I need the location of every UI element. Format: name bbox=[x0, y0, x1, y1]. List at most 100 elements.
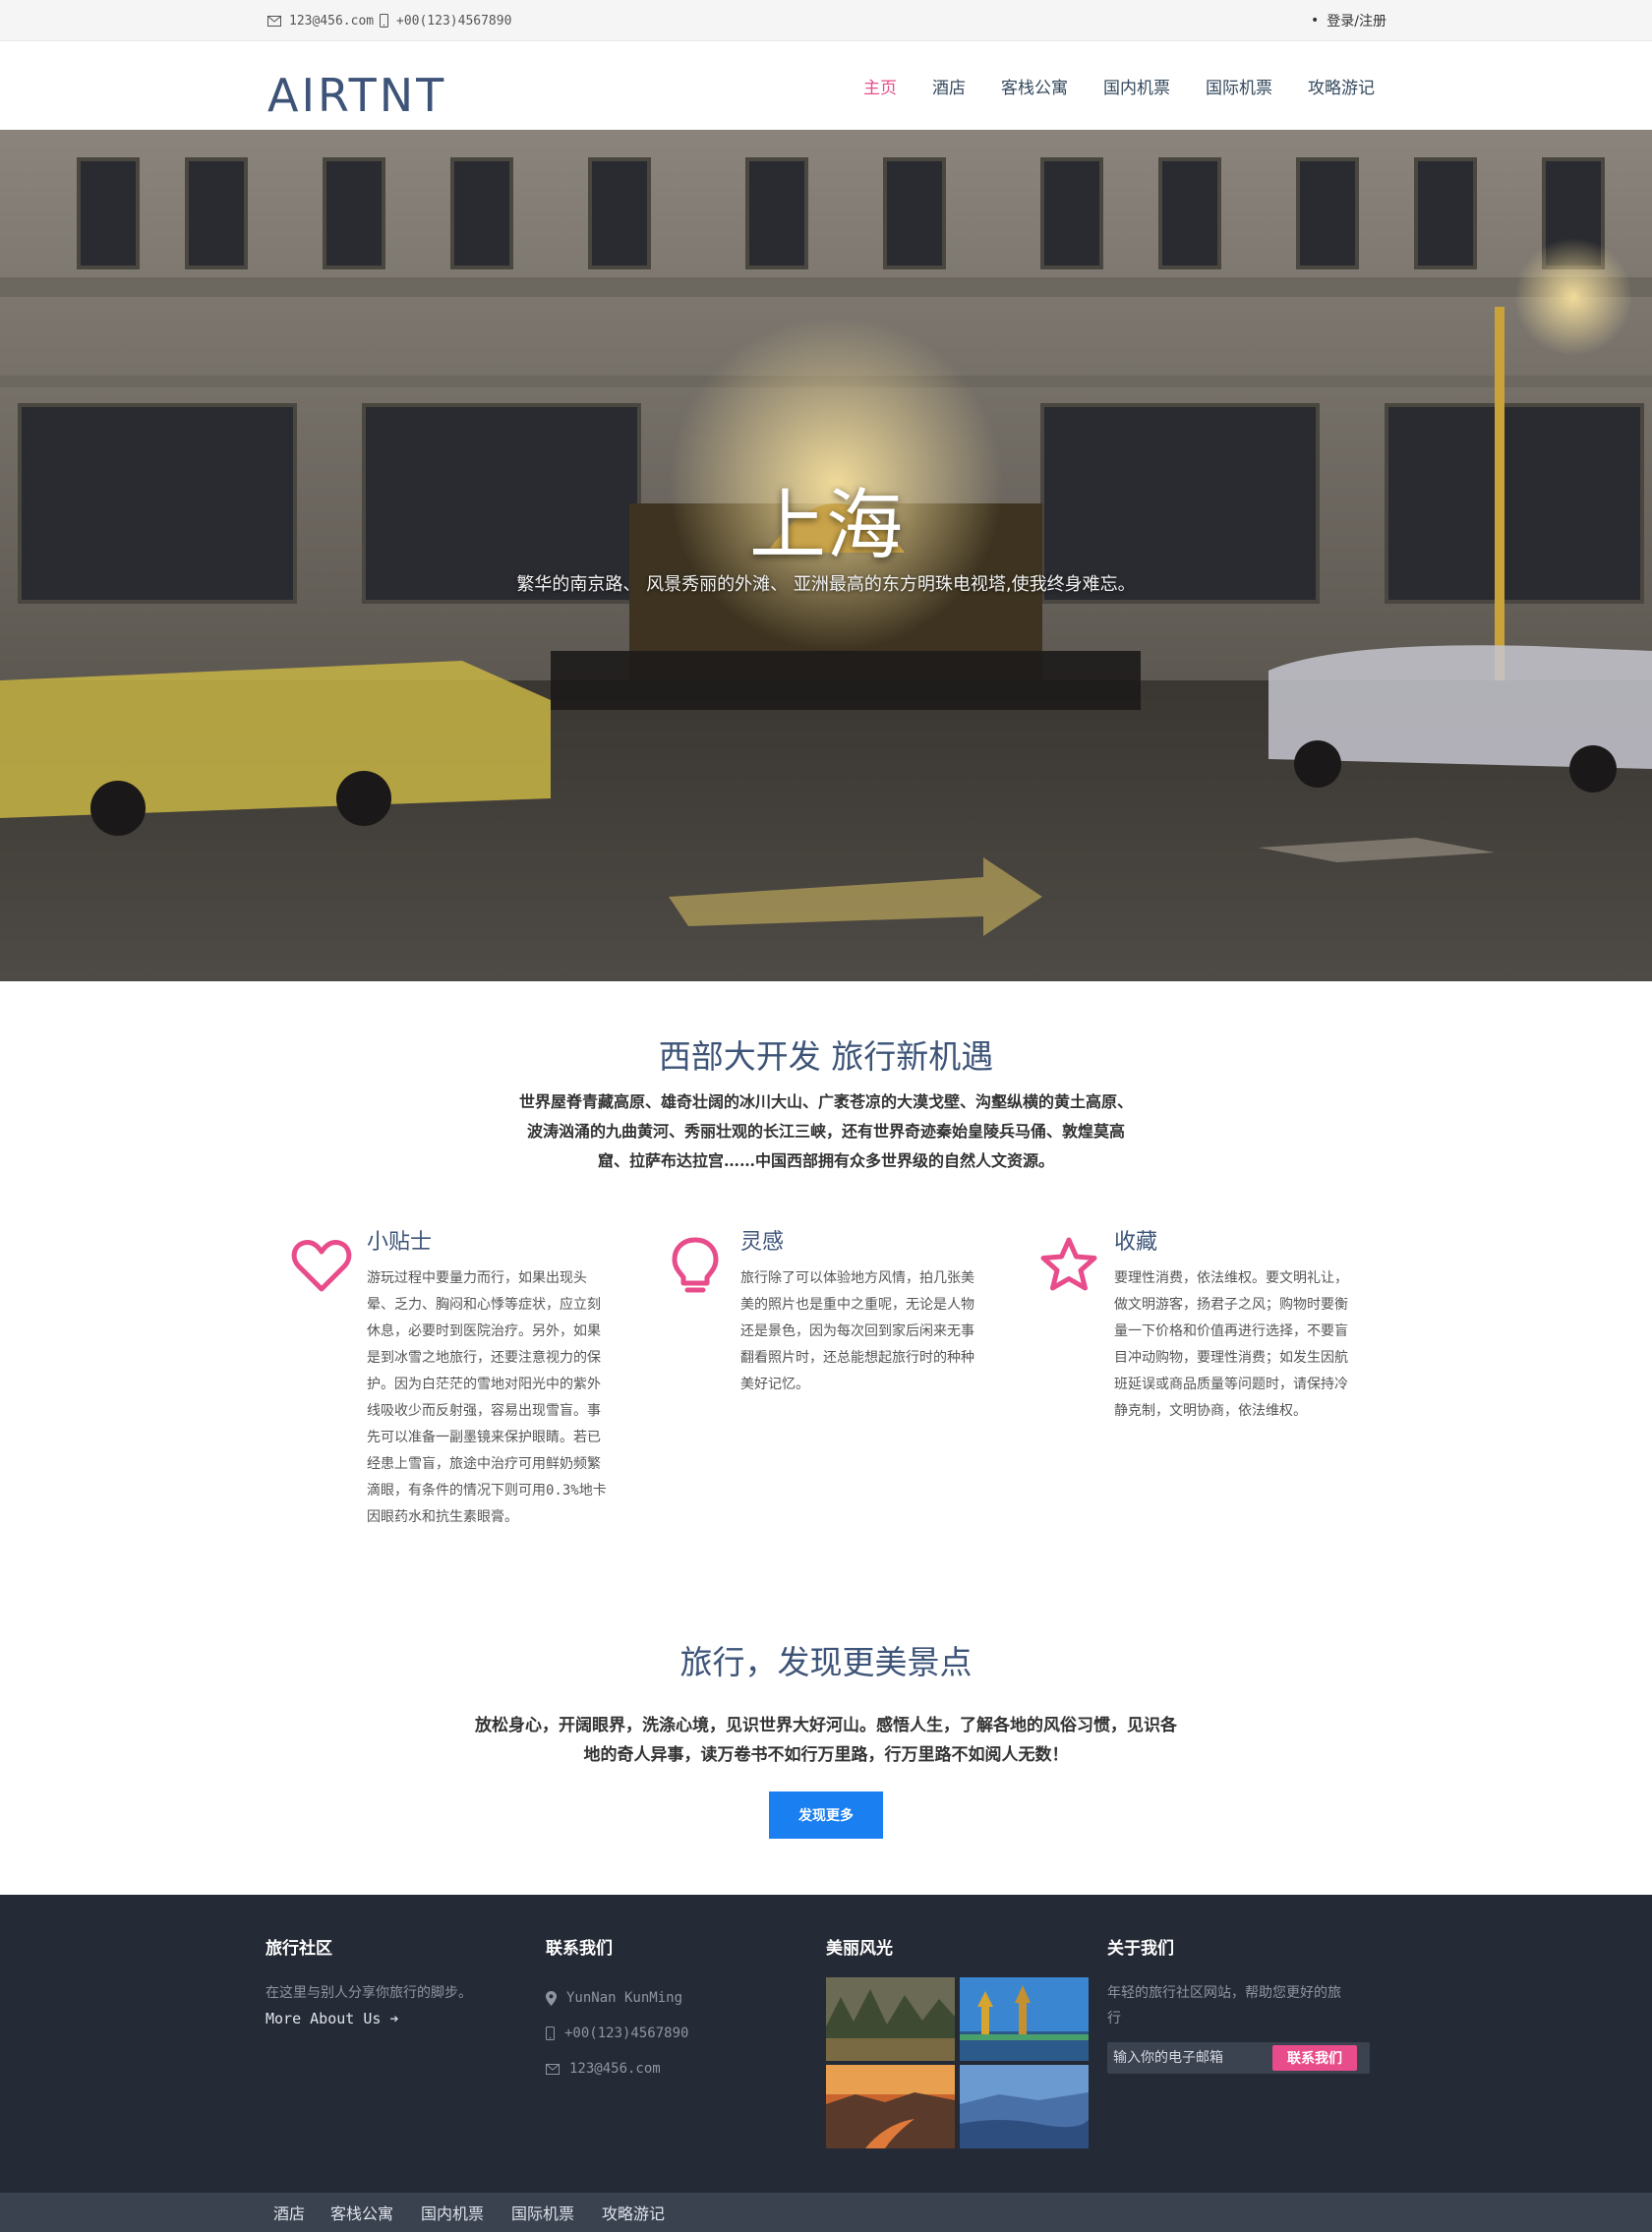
gallery-photo-terraced-fields[interactable] bbox=[960, 2065, 1089, 2148]
feature-text: 要理性消费，依法维权。要文明礼让， 做文明游客，扬君子之风；购物时要衡 量一下价… bbox=[1114, 1265, 1368, 1425]
mobile-phone-icon bbox=[380, 14, 388, 28]
feature-line: 线吸收少而反射强，容易出现雪盲。事 bbox=[367, 1403, 601, 1419]
contact-phone-text: +00(123)4567890 bbox=[564, 2026, 689, 2041]
feature-line: 护。因为白茫茫的雪地对阳光中的紫外 bbox=[367, 1377, 601, 1392]
feature-line: 目冲动购物，要理性消费；如发生因航 bbox=[1114, 1350, 1348, 1366]
top-phone-text: +00(123)4567890 bbox=[396, 13, 512, 29]
star-icon bbox=[1040, 1237, 1097, 1291]
nav-item-hotel[interactable]: 酒店 bbox=[932, 74, 966, 98]
feature-line: 美的照片也是重中之重呢，无论是人物 bbox=[740, 1297, 974, 1313]
map-pin-icon bbox=[546, 1990, 557, 2006]
contact-email-text: 123@456.com bbox=[569, 2061, 661, 2077]
about-line: 年轻的旅行社区网站，帮助您更好的旅 bbox=[1107, 1985, 1341, 2001]
gallery-photo-pagodas[interactable] bbox=[960, 1977, 1089, 2061]
mail-icon bbox=[267, 15, 281, 27]
main-nav: 主页 酒店 客栈公寓 国内机票 国际机票 攻略游记 bbox=[828, 41, 1375, 130]
footer-community: 旅行社区 在这里与别人分享你旅行的脚步。 More About Us ➔ bbox=[266, 1934, 521, 2027]
contact-email[interactable]: 123@456.com bbox=[546, 2051, 801, 2086]
login-register-link[interactable]: • 登录/注册 bbox=[1311, 0, 1386, 41]
nav-item-travel-guides[interactable]: 攻略游记 bbox=[1308, 74, 1375, 98]
lightbulb-icon bbox=[672, 1237, 719, 1293]
footer-about-text: 年轻的旅行社区网站，帮助您更好的旅 行 bbox=[1107, 1980, 1370, 2031]
discover-more-button[interactable]: 发现更多 bbox=[769, 1791, 883, 1839]
feature-line: 因眼药水和抗生素眼膏。 bbox=[367, 1509, 518, 1525]
mail-icon bbox=[546, 2063, 560, 2075]
intro-title: 西部大开发 旅行新机遇 bbox=[658, 1037, 994, 1076]
feature-line: 翻看照片时，还总能想起旅行时的种种 bbox=[740, 1350, 974, 1366]
footer-community-title: 旅行社区 bbox=[266, 1939, 332, 1959]
feature-line: 是到冰雪之地旅行，还要注意视力的保 bbox=[367, 1350, 601, 1366]
feature-line: 晕、乏力、胸闷和心悸等症状，应立刻 bbox=[367, 1297, 601, 1313]
discover-text: 放松身心，开阔眼界，洗涤心境，见识世界大好河山。感悟人生，了解各地的风俗习惯，见… bbox=[433, 1711, 1219, 1770]
header: AIRTNT 主页 酒店 客栈公寓 国内机票 国际机票 攻略游记 bbox=[0, 41, 1652, 130]
feature-title: 灵感 bbox=[740, 1230, 785, 1255]
feature-line: 滴眼，有条件的情况下则可用0.3%地卡 bbox=[367, 1483, 607, 1498]
subscribe-form: 联系我们 bbox=[1107, 2042, 1370, 2074]
top-email[interactable]: 123@456.com bbox=[267, 0, 374, 41]
feature-line: 先可以准备一副墨镜来保护眼睛。若已 bbox=[367, 1430, 601, 1445]
footer-gallery-title: 美丽风光 bbox=[826, 1939, 893, 1959]
bottom-nav-hotel[interactable]: 酒店 bbox=[273, 2193, 305, 2232]
site-logo[interactable]: AIRTNT bbox=[267, 73, 446, 118]
hero-banner: 上海 繁华的南京路、 风景秀丽的外滩、 亚洲最高的东方明珠电视塔,使我终身难忘。 bbox=[0, 130, 1652, 981]
gallery-photo-sunset-river[interactable] bbox=[826, 2065, 955, 2148]
feature-line: 旅行除了可以体验地方风情，拍几张美 bbox=[740, 1270, 974, 1286]
about-line: 行 bbox=[1107, 2011, 1121, 2026]
footer-contact: 联系我们 YunNan KunMing +00(123)4567890 123@… bbox=[546, 1934, 801, 2086]
nav-item-domestic-flights[interactable]: 国内机票 bbox=[1103, 74, 1170, 98]
feature-line: 要理性消费，依法维权。要文明礼让， bbox=[1114, 1270, 1348, 1286]
feature-line: 经患上雪盲，旅途中治疗可用鲜奶频繁 bbox=[367, 1456, 601, 1472]
arrow-right-icon: ➔ bbox=[389, 2010, 399, 2027]
bullet-icon: • bbox=[1311, 13, 1320, 29]
feature-title: 小贴士 bbox=[367, 1230, 433, 1255]
bottom-nav: 酒店 客栈公寓 国内机票 国际机票 攻略游记 bbox=[0, 2193, 1652, 2232]
footer-community-text: 在这里与别人分享你旅行的脚步。 bbox=[266, 1985, 472, 2001]
mobile-phone-icon bbox=[546, 2026, 555, 2040]
footer: 旅行社区 在这里与别人分享你旅行的脚步。 More About Us ➔ 联系我… bbox=[0, 1895, 1652, 2193]
footer-about-title: 关于我们 bbox=[1107, 1939, 1174, 1959]
contact-phone: +00(123)4567890 bbox=[546, 2016, 801, 2051]
intro-line: 波涛汹涌的九曲黄河、秀丽壮观的长江三峡，还有世界奇迹秦始皇陵兵马俑、敦煌莫高 bbox=[526, 1122, 1125, 1141]
feature-line: 游玩过程中要量力而行，如果出现头 bbox=[367, 1270, 587, 1286]
footer-gallery bbox=[826, 1977, 1092, 2148]
footer-gallery-heading: 美丽风光 bbox=[826, 1934, 1092, 1980]
feature-line: 量一下价格和价值再进行选择，不要盲 bbox=[1114, 1323, 1348, 1339]
feature-title: 收藏 bbox=[1114, 1230, 1158, 1255]
intro-line: 窟、拉萨布达拉宫……中国西部拥有众多世界级的自然人文资源。 bbox=[597, 1151, 1054, 1170]
discover-line: 地的奇人异事，读万卷书不如行万里路，行万里路不如阅人无数！ bbox=[583, 1745, 1069, 1765]
hero-subtitle: 繁华的南京路、 风景秀丽的外滩、 亚洲最高的东方明珠电视塔,使我终身难忘。 bbox=[516, 574, 1136, 595]
top-bar: 123@456.com +00(123)4567890 • 登录/注册 bbox=[0, 0, 1652, 41]
email-input[interactable] bbox=[1107, 2042, 1269, 2074]
top-email-text: 123@456.com bbox=[289, 13, 375, 29]
gallery-photo-karst-mountains[interactable] bbox=[826, 1977, 955, 2061]
login-register-text: 登录/注册 bbox=[1327, 14, 1386, 29]
feature-text: 旅行除了可以体验地方风情，拍几张美 美的照片也是重中之重呢，无论是人物 还是景色… bbox=[740, 1265, 994, 1398]
top-phone[interactable]: +00(123)4567890 bbox=[380, 0, 511, 41]
intro-text: 世界屋脊青藏高原、雄奇壮阔的冰川大山、广袤苍凉的大漠戈壁、沟壑纵横的黄土高原、 … bbox=[472, 1087, 1180, 1176]
more-about-us-text: More About Us bbox=[266, 2010, 382, 2027]
bottom-nav-international-flights[interactable]: 国际机票 bbox=[511, 2193, 574, 2232]
feature-line: 班延误或商品质量等问题时，请保持冷 bbox=[1114, 1377, 1348, 1392]
nav-item-inn[interactable]: 客栈公寓 bbox=[1001, 74, 1068, 98]
contact-address-text: YunNan KunMing bbox=[566, 1990, 683, 2006]
footer-about: 关于我们 年轻的旅行社区网站，帮助您更好的旅 行 bbox=[1107, 1934, 1370, 2031]
bottom-nav-inn[interactable]: 客栈公寓 bbox=[330, 2193, 393, 2232]
footer-contact-title: 联系我们 bbox=[546, 1939, 613, 1959]
feature-line: 静克制，文明协商，依法维权。 bbox=[1114, 1403, 1307, 1419]
more-about-us-link[interactable]: More About Us ➔ bbox=[266, 2010, 398, 2027]
feature-line: 还是景色，因为每次回到家后闲来无事 bbox=[740, 1323, 974, 1339]
nav-item-home[interactable]: 主页 bbox=[863, 74, 897, 98]
feature-line: 美好记忆。 bbox=[740, 1377, 809, 1392]
intro-line: 世界屋脊青藏高原、雄奇壮阔的冰川大山、广袤苍凉的大漠戈壁、沟壑纵横的黄土高原、 bbox=[518, 1092, 1133, 1111]
contact-us-button[interactable]: 联系我们 bbox=[1272, 2045, 1357, 2071]
hero-title: 上海 bbox=[748, 482, 903, 570]
feature-line: 休息，必要时到医院治疗。另外，如果 bbox=[367, 1323, 601, 1339]
feature-line: 做文明游客，扬君子之风；购物时要衡 bbox=[1114, 1297, 1348, 1313]
discover-line: 放松身心，开阔眼界，洗涤心境，见识世界大好河山。感悟人生，了解各地的风俗习惯，见… bbox=[475, 1716, 1177, 1735]
contact-address: YunNan KunMing bbox=[546, 1980, 801, 2016]
heart-icon bbox=[291, 1240, 352, 1292]
nav-item-international-flights[interactable]: 国际机票 bbox=[1206, 74, 1272, 98]
bottom-nav-travel-guides[interactable]: 攻略游记 bbox=[602, 2193, 665, 2232]
bottom-nav-domestic-flights[interactable]: 国内机票 bbox=[421, 2193, 484, 2232]
discover-title: 旅行，发现更美景点 bbox=[679, 1643, 973, 1681]
